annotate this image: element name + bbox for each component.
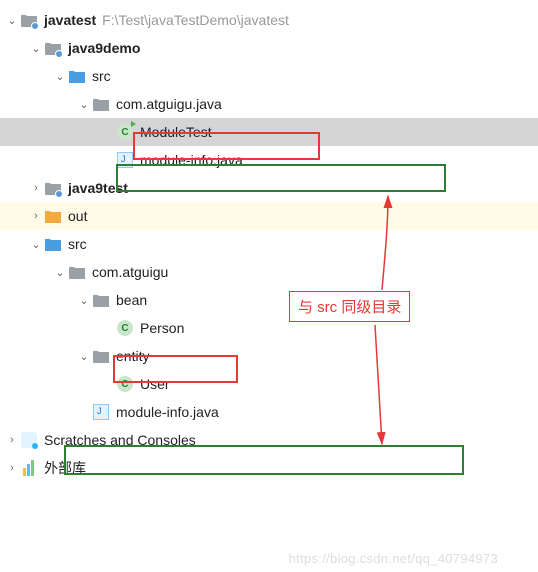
chevron-down-icon[interactable]: ⌄ bbox=[76, 96, 92, 112]
package-folder-icon bbox=[92, 291, 110, 309]
tree-row-src1[interactable]: ⌄ src bbox=[0, 62, 538, 90]
node-label: module-info.java bbox=[114, 404, 219, 420]
node-label: src bbox=[66, 236, 87, 252]
tree-row-user[interactable]: ⌄ C User bbox=[0, 370, 538, 398]
package-folder-icon bbox=[68, 263, 86, 281]
node-label: com.atguigu.java bbox=[114, 96, 222, 112]
root-name: javatest bbox=[42, 12, 96, 28]
node-label: User bbox=[138, 376, 170, 392]
chevron-right-icon[interactable]: › bbox=[28, 208, 44, 224]
node-label: entity bbox=[114, 348, 149, 364]
chevron-down-icon[interactable]: ⌄ bbox=[28, 40, 44, 56]
tree-row-moduletest[interactable]: ⌄ C ModuleTest bbox=[0, 118, 538, 146]
chevron-right-icon[interactable]: › bbox=[28, 180, 44, 196]
class-icon: C bbox=[116, 319, 134, 337]
tree-row-out[interactable]: › out bbox=[0, 202, 538, 230]
project-folder-icon bbox=[20, 11, 38, 29]
tree-row-src2[interactable]: ⌄ src bbox=[0, 230, 538, 258]
tree-row-package2[interactable]: ⌄ com.atguigu bbox=[0, 258, 538, 286]
libraries-icon bbox=[20, 459, 38, 477]
scratches-icon bbox=[20, 431, 38, 449]
tree-row-package1[interactable]: ⌄ com.atguigu.java bbox=[0, 90, 538, 118]
tree-row-bean[interactable]: ⌄ bean bbox=[0, 286, 538, 314]
node-label: 外部库 bbox=[42, 458, 86, 478]
chevron-right-icon[interactable]: › bbox=[4, 460, 20, 476]
chevron-down-icon[interactable]: ⌄ bbox=[4, 12, 20, 28]
node-label: ModuleTest bbox=[138, 124, 212, 140]
tree-row-scratches[interactable]: › Scratches and Consoles bbox=[0, 426, 538, 454]
node-label: com.atguigu bbox=[90, 264, 168, 280]
node-label: java9test bbox=[66, 180, 128, 196]
chevron-down-icon[interactable]: ⌄ bbox=[76, 292, 92, 308]
project-tree[interactable]: ⌄ javatest F:\Test\javaTestDemo\javatest… bbox=[0, 0, 538, 482]
node-label: Scratches and Consoles bbox=[42, 432, 196, 448]
tree-row-moduleinfo1[interactable]: ⌄ module-info.java bbox=[0, 146, 538, 174]
root-path: F:\Test\javaTestDemo\javatest bbox=[96, 12, 289, 28]
output-folder-icon bbox=[44, 207, 62, 225]
chevron-down-icon[interactable]: ⌄ bbox=[28, 236, 44, 252]
node-label: bean bbox=[114, 292, 147, 308]
chevron-down-icon[interactable]: ⌄ bbox=[52, 68, 68, 84]
tree-row-person[interactable]: ⌄ C Person bbox=[0, 314, 538, 342]
source-folder-icon bbox=[68, 67, 86, 85]
node-label: out bbox=[66, 208, 87, 224]
tree-row-entity[interactable]: ⌄ entity bbox=[0, 342, 538, 370]
tree-row-moduleinfo2[interactable]: ⌄ module-info.java bbox=[0, 398, 538, 426]
tree-row-java9demo[interactable]: ⌄ java9demo bbox=[0, 34, 538, 62]
package-folder-icon bbox=[92, 347, 110, 365]
node-label: Person bbox=[138, 320, 184, 336]
node-label: java9demo bbox=[66, 40, 140, 56]
chevron-down-icon[interactable]: ⌄ bbox=[76, 348, 92, 364]
tree-row-java9test[interactable]: › java9test bbox=[0, 174, 538, 202]
node-label: module-info.java bbox=[138, 152, 243, 168]
watermark: https://blog.csdn.net/qq_40794973 bbox=[289, 551, 498, 566]
module-folder-icon bbox=[44, 179, 62, 197]
tree-row-external-libs[interactable]: › 外部库 bbox=[0, 454, 538, 482]
module-folder-icon bbox=[44, 39, 62, 57]
node-label: src bbox=[90, 68, 111, 84]
java-file-icon bbox=[92, 403, 110, 421]
class-runnable-icon: C bbox=[116, 123, 134, 141]
chevron-right-icon[interactable]: › bbox=[4, 432, 20, 448]
tree-row-root[interactable]: ⌄ javatest F:\Test\javaTestDemo\javatest bbox=[0, 6, 538, 34]
source-folder-icon bbox=[44, 235, 62, 253]
chevron-down-icon[interactable]: ⌄ bbox=[52, 264, 68, 280]
package-folder-icon bbox=[92, 95, 110, 113]
annotation-callout: 与 src 同级目录 bbox=[289, 291, 410, 322]
java-file-icon bbox=[116, 151, 134, 169]
class-icon: C bbox=[116, 375, 134, 393]
